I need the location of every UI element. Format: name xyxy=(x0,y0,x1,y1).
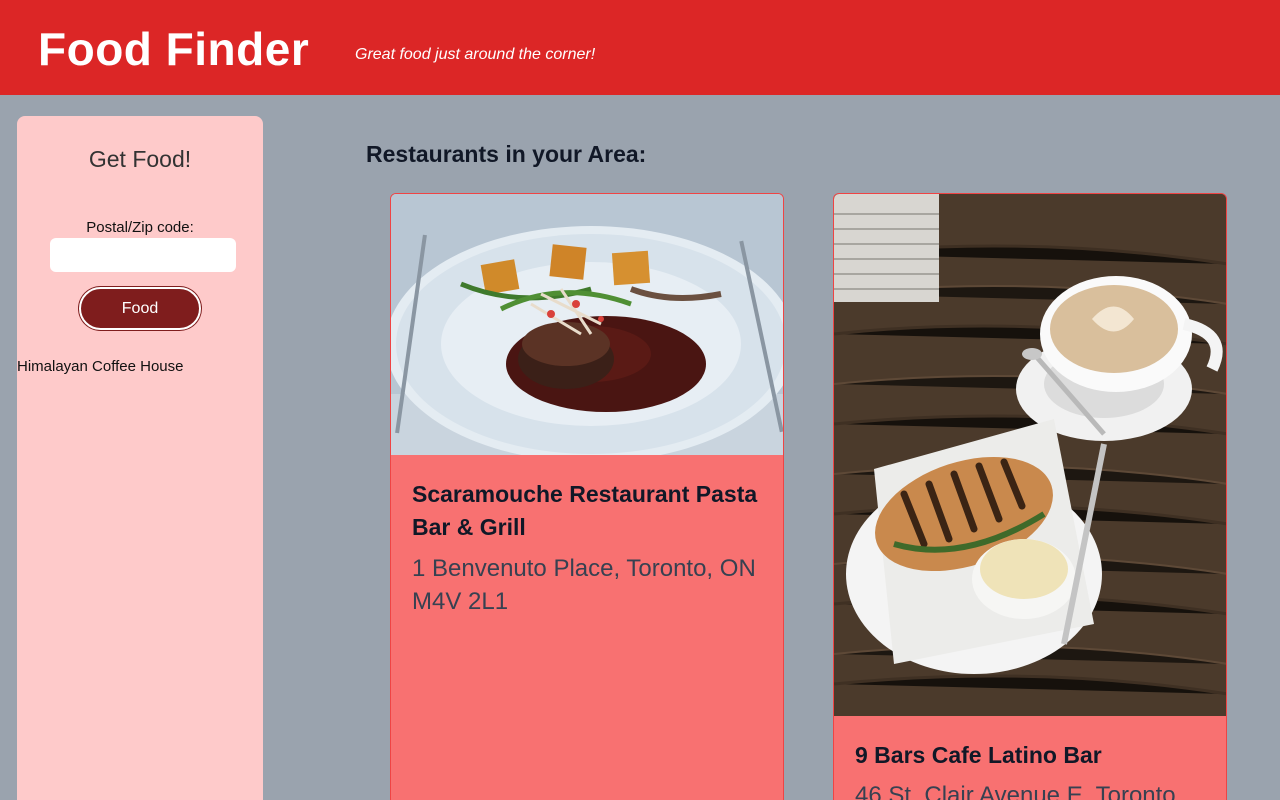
restaurant-card[interactable]: 9 Bars Cafe Latino Bar 46 St. Clair Aven… xyxy=(833,193,1227,800)
postal-code-label: Postal/Zip code: xyxy=(86,219,194,236)
restaurant-card[interactable]: Scaramouche Restaurant Pasta Bar & Grill… xyxy=(390,193,784,800)
food-search-button[interactable]: Food xyxy=(79,287,201,330)
search-sidebar: Get Food! Postal/Zip code: Food Himalaya… xyxy=(17,116,263,800)
restaurant-address: 46 St. Clair Avenue E, Toronto xyxy=(855,782,1176,800)
restaurants-heading: Restaurants in your Area: xyxy=(366,141,647,167)
restaurant-name: 9 Bars Cafe Latino Bar xyxy=(855,742,1102,768)
restaurant-address: 1 Benvenuto Place, Toronto, ON M4V 2L1 xyxy=(412,555,756,615)
app-tagline: Great food just around the corner! xyxy=(355,46,596,63)
app-header: Food Finder Great food just around the c… xyxy=(0,0,1280,95)
restaurant-name: Scaramouche Restaurant Pasta Bar & Grill xyxy=(412,481,758,540)
saved-restaurant-item[interactable]: Himalayan Coffee House xyxy=(17,358,183,375)
sidebar-title: Get Food! xyxy=(88,146,192,172)
restaurant-image xyxy=(391,194,783,455)
restaurant-image xyxy=(834,194,1226,716)
postal-code-input[interactable] xyxy=(50,238,236,272)
app-title: Food Finder xyxy=(38,23,310,75)
